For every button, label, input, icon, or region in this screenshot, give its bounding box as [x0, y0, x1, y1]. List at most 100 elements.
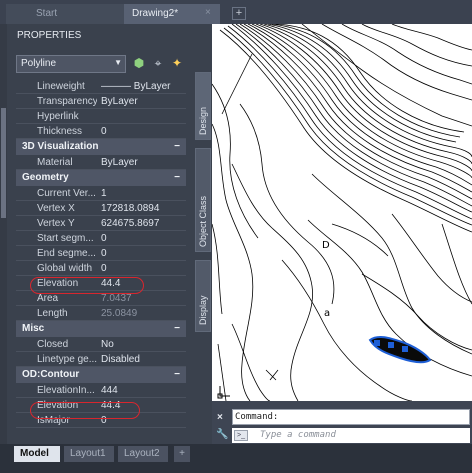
property-row[interactable]: Transparency ByLayer	[16, 94, 186, 109]
property-label: Material	[37, 157, 73, 168]
layout-tab-bar: Model Layout1 Layout2 +	[0, 444, 472, 473]
property-value: 25.0849	[101, 308, 138, 319]
contour-drawing: D a	[212, 24, 472, 401]
section-misc[interactable]: Misc −	[16, 321, 186, 337]
command-history: Command:	[232, 409, 470, 425]
property-value[interactable]: 0	[101, 246, 107, 261]
property-value[interactable]: 444	[101, 383, 118, 398]
section-od-contour[interactable]: OD:Contour −	[16, 367, 186, 383]
tab-object-class[interactable]: Object Class	[195, 148, 211, 252]
tab-display-label: Display	[198, 295, 208, 325]
tab-layout1[interactable]: Layout1	[64, 446, 114, 462]
property-row[interactable]: Global width 0	[16, 261, 186, 276]
new-tab-button[interactable]: +	[232, 7, 246, 20]
tab-design[interactable]: Design	[195, 72, 211, 140]
collapse-icon[interactable]: −	[174, 321, 180, 337]
section-geometry[interactable]: Geometry −	[16, 170, 186, 186]
property-row[interactable]: End segme... 0	[16, 246, 186, 261]
property-row[interactable]: Linetype ge... Disabled	[16, 352, 186, 367]
property-row[interactable]: Length 25.0849	[16, 306, 186, 321]
command-placeholder: Type a command	[260, 430, 336, 440]
section-title: Misc	[22, 323, 45, 334]
palette-side-tabs: Design Object Class Display	[194, 24, 212, 444]
tab-model[interactable]: Model	[14, 446, 60, 462]
contour-lines	[212, 24, 472, 401]
section-title: Geometry	[22, 172, 69, 183]
property-label: Linetype ge...	[37, 354, 97, 365]
property-value[interactable]: 0	[101, 124, 107, 139]
property-label: Lineweight	[37, 81, 85, 92]
command-line: × Command: 🔧 Type a command >_	[212, 401, 472, 444]
toggle-pickadd-icon[interactable]: ⬢	[131, 55, 147, 71]
property-row[interactable]: Vertex Y 624675.8697	[16, 216, 186, 231]
add-layout-button[interactable]: +	[174, 446, 190, 462]
property-row[interactable]: Material ByLayer	[16, 155, 186, 170]
property-row[interactable]: Vertex X 172818.0894	[16, 201, 186, 216]
collapse-icon[interactable]: −	[174, 367, 180, 383]
palette-title: PROPERTIES	[17, 30, 82, 41]
property-label: End segme...	[37, 248, 96, 259]
property-value[interactable]: Disabled	[101, 352, 140, 367]
collapse-icon[interactable]: −	[174, 139, 180, 155]
property-label: Closed	[37, 339, 69, 350]
property-row[interactable]: ElevationIn... 444	[16, 383, 186, 398]
palette-title-strip[interactable]	[0, 24, 7, 444]
property-value[interactable]: No	[101, 337, 114, 352]
section-title: OD:Contour	[22, 369, 80, 380]
tab-design-label: Design	[198, 106, 208, 135]
elevation-highlight-od	[30, 402, 140, 419]
collapse-icon[interactable]: −	[174, 170, 180, 186]
chevron-down-icon: ▼	[114, 58, 122, 67]
property-row[interactable]: Lineweight ——— ByLayer	[16, 79, 186, 94]
elevation-highlight-geometry	[30, 277, 144, 294]
property-label: Thickness	[37, 126, 83, 137]
drawing-canvas[interactable]: D a	[212, 24, 472, 401]
tab-display[interactable]: Display	[195, 260, 211, 332]
property-label: ElevationIn...	[37, 385, 95, 396]
property-row[interactable]: Closed No	[16, 337, 186, 352]
property-label: Length	[37, 308, 68, 319]
contour-label-d: D	[322, 240, 330, 251]
property-label: Transparency	[37, 96, 97, 107]
tab-start[interactable]: Start	[6, 4, 124, 24]
palette-scroll-thumb[interactable]	[1, 108, 6, 218]
tab-object-class-label: Object Class	[198, 195, 208, 247]
property-row[interactable]: Thickness 0	[16, 124, 186, 139]
object-type-select[interactable]: Polyline ▼	[16, 55, 126, 73]
grip-handle[interactable]	[388, 342, 394, 348]
property-value[interactable]: 1	[101, 186, 107, 201]
property-label: Vertex Y	[37, 218, 75, 229]
property-value[interactable]: 624675.8697	[101, 216, 159, 231]
selected-polyline[interactable]	[368, 335, 432, 364]
command-prompt-icon[interactable]: >_	[234, 430, 248, 441]
property-row[interactable]: Start segm... 0	[16, 231, 186, 246]
close-tab-icon[interactable]: ×	[205, 7, 211, 18]
property-label: Current Ver...	[37, 188, 96, 199]
property-value[interactable]: 0	[101, 231, 107, 246]
command-input[interactable]: Type a command	[232, 428, 470, 443]
property-grid: Lineweight ——— ByLayer Transparency ByLaye…	[16, 79, 186, 428]
property-row[interactable]: Hyperlink	[16, 109, 186, 124]
property-value[interactable]: ByLayer	[101, 94, 138, 109]
property-label: Hyperlink	[37, 111, 79, 122]
wrench-icon[interactable]: 🔧	[216, 429, 228, 440]
property-value[interactable]: ByLayer	[101, 155, 138, 170]
close-command-icon[interactable]: ×	[217, 412, 223, 423]
property-label: Start segm...	[37, 233, 94, 244]
properties-palette: PROPERTIES Polyline ▼ ⬢ ⌖ ✦ Lineweight ——…	[0, 24, 212, 444]
object-type-value: Polyline	[21, 58, 57, 69]
contour-label-a: a	[324, 308, 330, 319]
property-value[interactable]: 172818.0894	[101, 201, 159, 216]
property-row[interactable]: Current Ver... 1	[16, 186, 186, 201]
section-3d-visualization[interactable]: 3D Visualization −	[16, 139, 186, 155]
grip-handle[interactable]	[402, 346, 408, 352]
grip-handle[interactable]	[374, 340, 380, 346]
property-value[interactable]: ——— ByLayer	[101, 79, 170, 94]
property-label: Vertex X	[37, 203, 75, 214]
tab-layout2[interactable]: Layout2	[118, 446, 168, 462]
section-title: 3D Visualization	[22, 141, 99, 152]
select-objects-icon[interactable]: ⌖	[150, 55, 166, 71]
property-value[interactable]: 0	[101, 261, 107, 276]
property-label: Global width	[37, 263, 93, 274]
quick-select-icon[interactable]: ✦	[169, 55, 185, 71]
